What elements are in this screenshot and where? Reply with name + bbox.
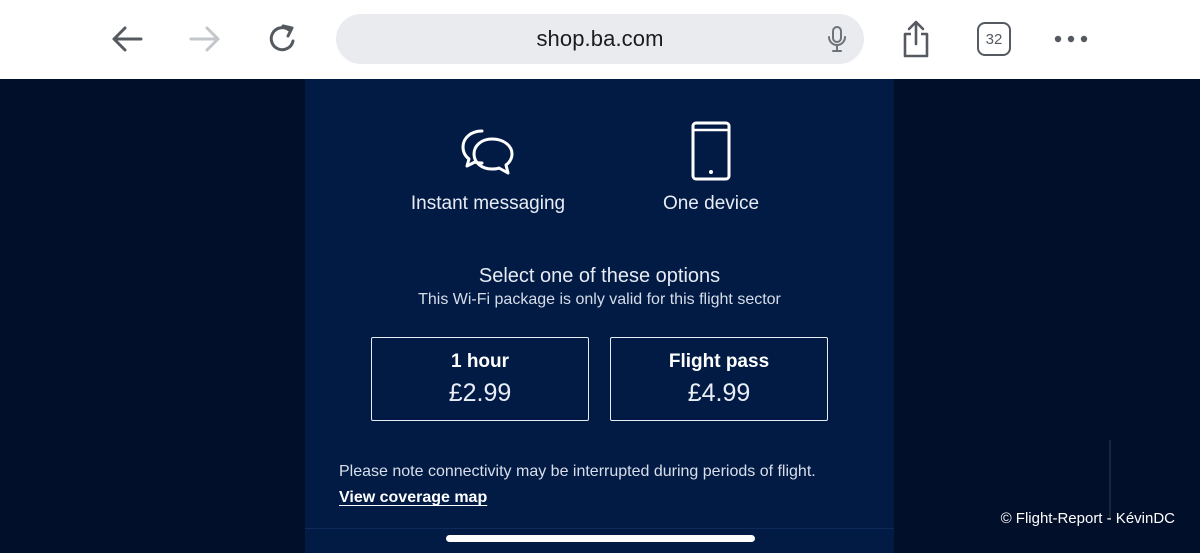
back-button[interactable] — [105, 17, 149, 61]
chat-bubbles-icon — [461, 129, 514, 175]
feature-instant-messaging: Instant messaging — [378, 119, 598, 215]
arrow-left-icon — [112, 26, 143, 52]
more-button[interactable] — [1049, 17, 1093, 61]
tabs-button[interactable]: 32 — [972, 17, 1016, 61]
share-icon — [903, 20, 929, 58]
select-options-subtitle: This Wi-Fi package is only valid for thi… — [418, 291, 781, 308]
forward-button[interactable] — [183, 17, 227, 61]
microphone-icon — [828, 26, 846, 52]
option-price: £4.99 — [687, 378, 751, 407]
option-1-hour-button[interactable]: 1 hour £2.99 — [371, 337, 589, 421]
address-bar[interactable]: shop.ba.com — [336, 14, 864, 64]
arrow-right-icon — [189, 26, 220, 52]
divider — [305, 528, 894, 529]
scroll-indicator — [1109, 440, 1111, 520]
option-price: £2.99 — [448, 378, 512, 407]
view-coverage-map-link[interactable]: View coverage map — [339, 489, 487, 507]
option-flight-pass-button[interactable]: Flight pass £4.99 — [610, 337, 828, 421]
share-button[interactable] — [894, 17, 938, 61]
feature-label: One device — [662, 193, 760, 214]
url-text: shop.ba.com — [536, 26, 664, 51]
option-name: Flight pass — [668, 350, 770, 372]
more-dots-icon — [1054, 35, 1088, 43]
select-options-title: Select one of these options — [478, 265, 721, 287]
watermark: © Flight-Report - KévinDC — [1000, 510, 1175, 527]
home-indicator[interactable] — [446, 535, 755, 542]
feature-label: Instant messaging — [410, 193, 566, 214]
smartphone-icon — [691, 121, 731, 181]
option-name: 1 hour — [450, 350, 510, 372]
feature-one-device: One device — [601, 119, 821, 215]
connectivity-note: Please note connectivity may be interrup… — [339, 463, 816, 480]
tabs-icon: 32 — [977, 22, 1011, 56]
microphone-button[interactable] — [824, 25, 850, 53]
tab-count: 32 — [985, 30, 1003, 48]
reload-button[interactable] — [261, 17, 305, 61]
wifi-package-panel: Instant messaging One device Select one … — [305, 79, 894, 553]
browser-toolbar: shop.ba.com 32 — [0, 0, 1200, 79]
reload-icon — [269, 24, 295, 52]
